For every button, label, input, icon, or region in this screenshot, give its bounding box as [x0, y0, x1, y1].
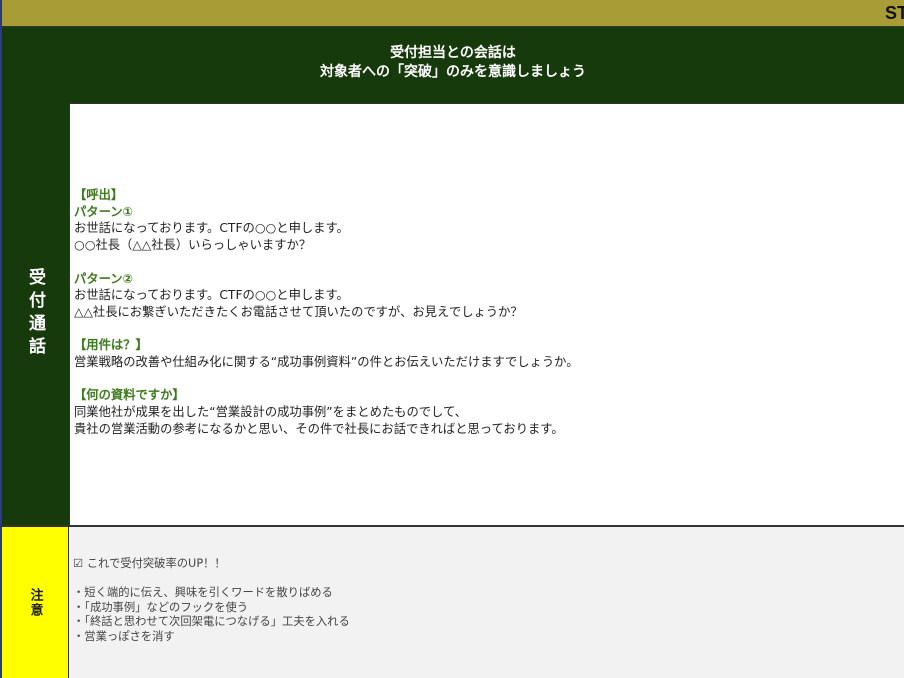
top-bar-label: ST: [884, 3, 904, 23]
header-line-1: 受付担当との会話は: [390, 45, 516, 61]
header-line-2: 対象者への「突破」のみを意識しましょう: [320, 64, 586, 80]
call-heading: 【呼出】: [74, 188, 124, 202]
material-heading: 【何の資料ですか】: [74, 388, 185, 403]
note-item: ・「終話と思わせて次回架電につなげる」工夫を入れる: [73, 615, 350, 628]
top-bar: ST: [0, 0, 904, 27]
section-label: 受付通話: [25, 268, 45, 360]
pattern1-heading: パターン①: [74, 204, 133, 219]
script-line: 同業他社が成果を出した“営業設計の成功事例”をまとめたものでして、: [74, 405, 467, 420]
note-item: ・「成功事例」などのフックを使う: [73, 600, 249, 614]
pattern2-heading: パターン②: [74, 271, 133, 286]
notes-headline: ☑ これで受付突破率のUP！！: [73, 557, 226, 570]
script-line: 営業戦略の改善や仕組み化に関する“成功事例資料”の件とお伝えいただけますでしょう…: [74, 355, 579, 369]
script-line: 貴社の営業活動の参考になるかと思い、その件で社長にお話できればと思っております。: [74, 421, 564, 436]
notes-label: 注意: [27, 587, 43, 618]
header-banner: 受付担当との会話は 対象者への「突破」のみを意識しましょう: [0, 27, 904, 103]
script-line: お世話になっております。CTFの○○と申します。: [74, 221, 349, 236]
notes-label-cell: 注意: [0, 525, 69, 678]
script-line: ○○社長（△△社長）いらっしゃいますか？: [74, 238, 312, 253]
script-line: △△社長にお繋ぎいただきたくお電話させて頂いたのですが、お見えでしょうか？: [74, 304, 523, 319]
purpose-heading: 【用件は？】: [74, 338, 148, 353]
script-line: お世話になっております。CTFの○○と申します。: [74, 288, 349, 303]
note-item: ・営業っぽさを消す: [73, 629, 175, 643]
section-label-cell: 受付通話: [0, 103, 69, 525]
notes-cell[interactable]: ☑ これで受付突破率のUP！！ ・短く端的に伝え、興味を引くワードを散りばめる …: [69, 525, 904, 678]
script-cell[interactable]: 【呼出】 パターン① お世話になっております。CTFの○○と申します。 ○○社長…: [69, 103, 904, 525]
note-item: ・短く端的に伝え、興味を引くワードを散りばめる: [73, 586, 333, 599]
